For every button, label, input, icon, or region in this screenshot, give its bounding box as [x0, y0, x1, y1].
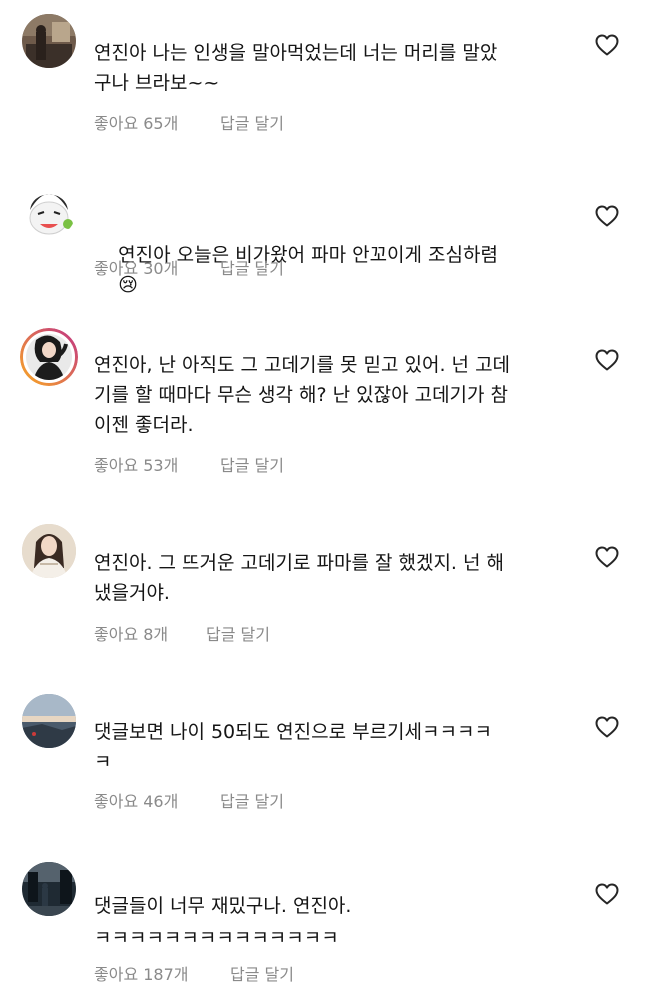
reply-button[interactable]: 답글 달기 [206, 621, 270, 645]
avatar-street-icon[interactable] [22, 862, 76, 916]
avatar-person-icon[interactable] [22, 524, 76, 578]
heart-outline-icon[interactable] [595, 34, 619, 56]
comment-text: 댓글보면 나이 50되도 연진으로 부르기세ㅋㅋㅋㅋ ㅋ [94, 721, 492, 773]
reply-button[interactable]: 답글 달기 [220, 452, 284, 476]
heart-outline-icon[interactable] [595, 883, 619, 905]
comment-text: 댓글들이 너무 재밌구나. 연진아. ㅋㅋㅋㅋㅋㅋㅋㅋㅋㅋㅋㅋㅋㅋ [94, 895, 352, 949]
heart-outline-icon[interactable] [595, 349, 619, 371]
comment-meta: 좋아요 53개 답글 달기 [94, 452, 284, 476]
like-count[interactable]: 좋아요 53개 [94, 456, 178, 475]
comment-meta: 좋아요 8개 답글 달기 [94, 621, 270, 645]
reply-button[interactable]: 답글 달기 [220, 788, 284, 812]
comment-meta: 좋아요 46개 답글 달기 [94, 788, 284, 812]
avatar-story-ring-icon[interactable] [20, 328, 78, 386]
avatar-cartoon-icon[interactable] [22, 184, 76, 238]
heart-outline-icon[interactable] [595, 716, 619, 738]
comment-meta: 좋아요 65개 답글 달기 [94, 110, 284, 134]
heart-outline-icon[interactable] [595, 546, 619, 568]
heart-outline-icon[interactable] [595, 205, 619, 227]
reply-button[interactable]: 답글 달기 [220, 110, 284, 134]
comment-text: 연진아 나는 인생을 말아먹었는데 너는 머리를 말았 구나 브라보~~ [94, 42, 498, 94]
avatar-landscape-icon[interactable] [22, 694, 76, 748]
comment-text: 연진아. 그 뜨거운 고데기로 파마를 잘 했겠지. 넌 해 냈을거야. [94, 552, 504, 604]
comment-text: 연진아, 난 아직도 그 고데기를 못 믿고 있어. 넌 고데 기를 할 때마다… [94, 354, 511, 436]
like-count[interactable]: 좋아요 8개 [94, 625, 168, 644]
reply-button[interactable]: 답글 달기 [220, 255, 284, 279]
comment-meta: 좋아요 187개 답글 달기 [94, 961, 294, 985]
like-count[interactable]: 좋아요 46개 [94, 792, 178, 811]
like-count[interactable]: 좋아요 65개 [94, 114, 178, 133]
avatar-photo-icon[interactable] [22, 14, 76, 68]
reply-button[interactable]: 답글 달기 [230, 961, 294, 985]
like-count[interactable]: 좋아요 187개 [94, 965, 189, 984]
comment-meta: 좋아요 30개 답글 달기 [94, 255, 284, 279]
like-count[interactable]: 좋아요 30개 [94, 259, 178, 278]
